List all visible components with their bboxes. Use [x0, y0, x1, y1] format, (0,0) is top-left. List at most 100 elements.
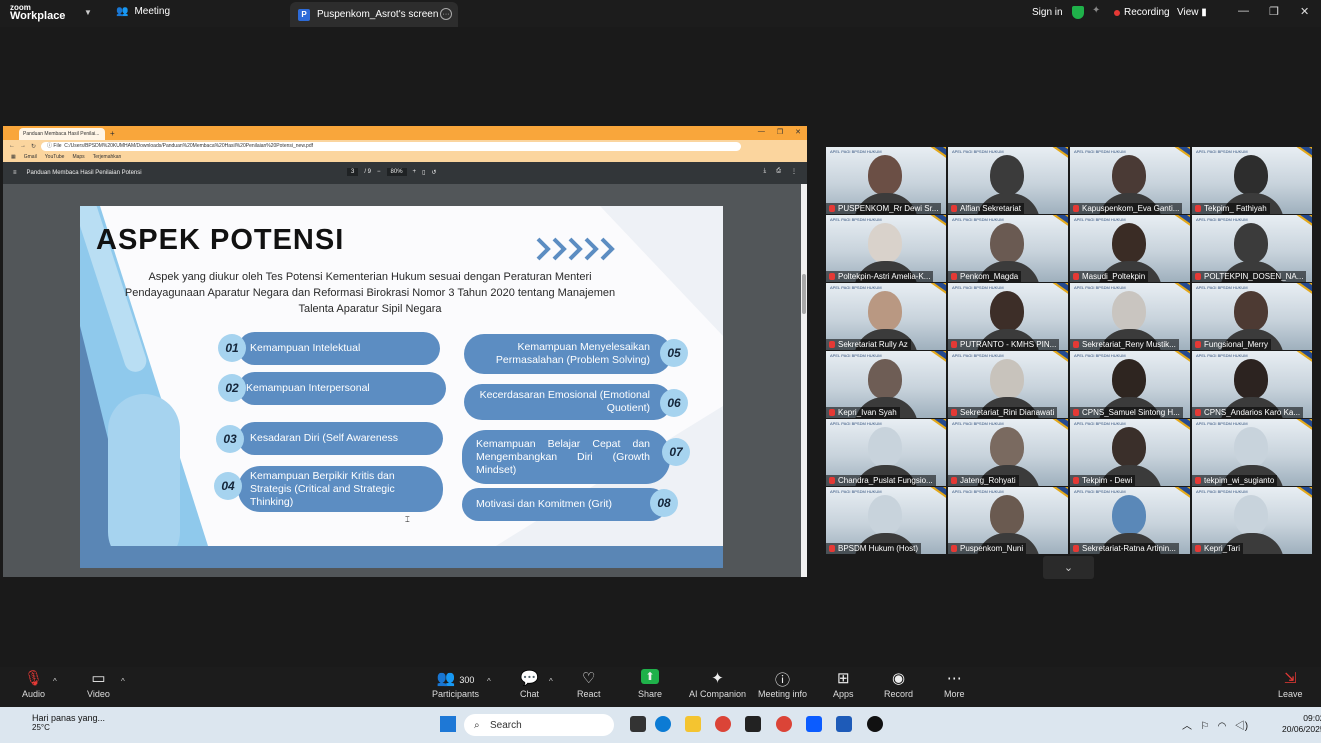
browser-tab[interactable]: Panduan Membaca Hasil Penilai... — [19, 128, 105, 140]
aspect-item-04: Kemampuan Berpikir Kritis dan Strategis … — [238, 466, 443, 512]
new-tab-icon[interactable]: + — [110, 129, 115, 138]
zoom-in-icon[interactable]: + — [413, 169, 417, 175]
back-icon[interactable]: ← — [9, 143, 15, 149]
more-button[interactable]: ⋯ More — [944, 669, 965, 699]
word-icon[interactable] — [836, 716, 852, 732]
bookmark-youtube[interactable]: YouTube — [45, 154, 65, 160]
meeting-info-button[interactable]: ⓘ Meeting info — [758, 669, 807, 699]
recording-indicator[interactable]: Recording — [1114, 7, 1170, 18]
participant-name: Puspenkom_Nuni — [948, 543, 1027, 554]
rotate-icon[interactable]: ↺ — [431, 169, 436, 176]
participant-tile[interactable]: APEL PAGI BPSDM HUKUM Tekpim_ Fathiyah — [1192, 147, 1312, 214]
participant-tile[interactable]: APEL PAGI BPSDM HUKUM POLTEKPIN_DOSEN_NA.… — [1192, 215, 1312, 282]
pdf-menu-icon[interactable]: ≡ — [13, 170, 17, 176]
chat-caret-icon[interactable]: ^ — [549, 677, 553, 686]
taskbar-search-box[interactable]: ⌕ Search — [464, 714, 614, 736]
meeting-toolbar: 🎙 Audio ^ ▭ Video ^ 👥 300 Participants ^ 💬 C… — [0, 667, 1321, 707]
reload-icon[interactable]: ↻ — [31, 143, 36, 150]
participant-tile[interactable]: APEL PAGI BPSDM HUKUM Sekretariat_Reny Mu… — [1070, 283, 1190, 350]
video-button[interactable]: ▭ Video — [87, 669, 110, 699]
participant-tile[interactable]: APEL PAGI BPSDM HUKUM Fungsional_Merry — [1192, 283, 1312, 350]
participant-tile[interactable]: APEL PAGI BPSDM HUKUM Masudi_Poltekpin — [1070, 215, 1190, 282]
participant-tile[interactable]: APEL PAGI BPSDM HUKUM Alfian Sekretariat — [948, 147, 1068, 214]
participant-tile[interactable]: APEL PAGI BPSDM HUKUM tekpim_wi_sugianto — [1192, 419, 1312, 486]
folder-icon[interactable] — [685, 716, 701, 732]
media-app-icon[interactable] — [867, 716, 883, 732]
participant-tile[interactable]: APEL PAGI BPSDM HUKUM Chandra_Puslat Fung… — [826, 419, 946, 486]
download-icon[interactable]: ⤓ — [764, 168, 767, 175]
forward-icon[interactable]: → — [20, 143, 26, 149]
participant-tile[interactable]: APEL PAGI BPSDM HUKUM CPNS_Andarios Karo … — [1192, 351, 1312, 418]
browser-close-icon[interactable]: ✕ — [795, 128, 801, 136]
ai-companion-button[interactable]: ✦ AI Companion — [689, 669, 746, 699]
participant-tile[interactable]: APEL PAGI BPSDM HUKUM Kepri_Tari — [1192, 487, 1312, 554]
audio-button[interactable]: 🎙 Audio — [22, 669, 45, 699]
heart-icon: ♡ — [582, 670, 596, 687]
screen-share-tab[interactable]: P Puspenkom_Asrot's screen ··· — [290, 2, 458, 27]
participant-tile[interactable]: APEL PAGI BPSDM HUKUM Sekretariat_Rini Di… — [948, 351, 1068, 418]
participant-tile[interactable]: APEL PAGI BPSDM HUKUM PUTRANTO - KMHS PIN… — [948, 283, 1068, 350]
app-icon[interactable] — [745, 716, 761, 732]
edge-browser-icon[interactable] — [655, 716, 671, 732]
pdf-more-icon[interactable]: ⋮ — [791, 168, 797, 175]
chrome-profile-icon[interactable] — [776, 716, 792, 732]
windows-start-icon[interactable] — [440, 716, 456, 732]
print-icon[interactable]: ⎙ — [776, 168, 781, 175]
browser-restore-icon[interactable]: ❐ — [777, 128, 783, 136]
chrome-icon[interactable] — [715, 716, 731, 732]
apps-grid-icon[interactable]: ▦ — [11, 154, 16, 160]
share-button[interactable]: ⬆ Share — [638, 669, 662, 699]
record-button[interactable]: ◉ Record — [884, 669, 913, 699]
address-bar[interactable]: ⓘ File C:/Users/BPSDM%20KUMHAM/Downloads… — [41, 141, 742, 151]
participant-tile[interactable]: APEL PAGI BPSDM HUKUM Penkom_Magda — [948, 215, 1068, 282]
pdf-scrollbar[interactable] — [801, 184, 807, 577]
file-explorer-icon[interactable] — [630, 716, 646, 732]
sign-in-button[interactable]: Sign in — [1032, 7, 1063, 18]
taskbar-clock[interactable]: 09:02 20/06/2025 — [1282, 713, 1321, 735]
participant-tile[interactable]: APEL PAGI BPSDM HUKUM Sekretariat Rully A… — [826, 283, 946, 350]
participant-tile[interactable]: APEL PAGI BPSDM HUKUM Kapuspenkom_Eva Gan… — [1070, 147, 1190, 214]
meeting-tab[interactable]: 👥 Meeting — [116, 6, 170, 17]
apps-button[interactable]: ⊞ Apps — [833, 669, 854, 699]
participant-tile[interactable]: APEL PAGI BPSDM HUKUM Poltekpin-Astri Ame… — [826, 215, 946, 282]
weather-text: Hari panas yang... — [32, 713, 106, 723]
weather-widget[interactable]: Hari panas yang... 25°C — [14, 713, 105, 732]
participants-caret-icon[interactable]: ^ — [487, 677, 491, 686]
leave-button[interactable]: ⇲ Leave — [1278, 669, 1303, 699]
view-button[interactable]: View ▮ — [1177, 7, 1207, 18]
gallery-next-page-button[interactable]: ⌄ — [1043, 556, 1094, 579]
aspect-item-06: Kecerdasaran Emosional (Emotional Quotie… — [464, 384, 672, 420]
restore-icon[interactable]: ❐ — [1269, 5, 1279, 18]
audio-options-caret-icon[interactable]: ^ — [53, 677, 57, 686]
bookmark-translate[interactable]: Terjemahkan — [93, 154, 122, 160]
participant-tile[interactable]: APEL PAGI BPSDM HUKUM Puspenkom_Nuni — [948, 487, 1068, 554]
bookmark-maps[interactable]: Maps — [72, 154, 84, 160]
browser-minimize-icon[interactable]: — — [758, 128, 765, 136]
chat-button[interactable]: 💬 Chat — [520, 669, 539, 699]
react-button[interactable]: ♡ React — [577, 669, 601, 699]
zoom-out-icon[interactable]: − — [377, 169, 381, 175]
video-options-caret-icon[interactable]: ^ — [121, 677, 125, 686]
zoom-app-icon[interactable] — [806, 716, 822, 732]
participant-tile[interactable]: APEL PAGI BPSDM HUKUM Jateng_Rohyati — [948, 419, 1068, 486]
participant-tile[interactable]: APEL PAGI BPSDM HUKUM Tekpim - Dewi — [1070, 419, 1190, 486]
participant-tile[interactable]: APEL PAGI BPSDM HUKUM PUSPENKOM_Rr Dewi S… — [826, 147, 946, 214]
participant-tile[interactable]: APEL PAGI BPSDM HUKUM BPSDM Hukum (Host) — [826, 487, 946, 554]
sparkle-icon[interactable]: ✦ — [1092, 5, 1100, 16]
participants-button[interactable]: 👥 300 Participants — [432, 669, 479, 699]
chevron-down-icon[interactable]: ▼ — [84, 8, 92, 17]
system-tray-icons[interactable]: ︿ ⚐ ◠ ◁) — [1182, 717, 1248, 732]
more-options-icon[interactable]: ··· — [440, 8, 452, 20]
participant-tile[interactable]: APEL PAGI BPSDM HUKUM Kepri_Ivan Syah — [826, 351, 946, 418]
bookmark-gmail[interactable]: Gmail — [24, 154, 37, 160]
fit-page-icon[interactable]: ▯ — [422, 169, 425, 176]
pdf-zoom-input[interactable]: 80% — [386, 168, 407, 176]
scrollbar-thumb[interactable] — [802, 274, 806, 314]
close-icon[interactable]: ✕ — [1300, 5, 1309, 18]
pdf-page-input[interactable]: 3 — [347, 168, 359, 176]
minimize-icon[interactable]: — — [1238, 5, 1249, 17]
tile-header: APEL PAGI BPSDM HUKUM — [1074, 217, 1126, 222]
participant-tile[interactable]: APEL PAGI BPSDM HUKUM Sekretariat-Ratna A… — [1070, 487, 1190, 554]
participant-tile[interactable]: APEL PAGI BPSDM HUKUM CPNS_Samuel Sintong… — [1070, 351, 1190, 418]
security-shield-icon[interactable] — [1072, 6, 1084, 19]
